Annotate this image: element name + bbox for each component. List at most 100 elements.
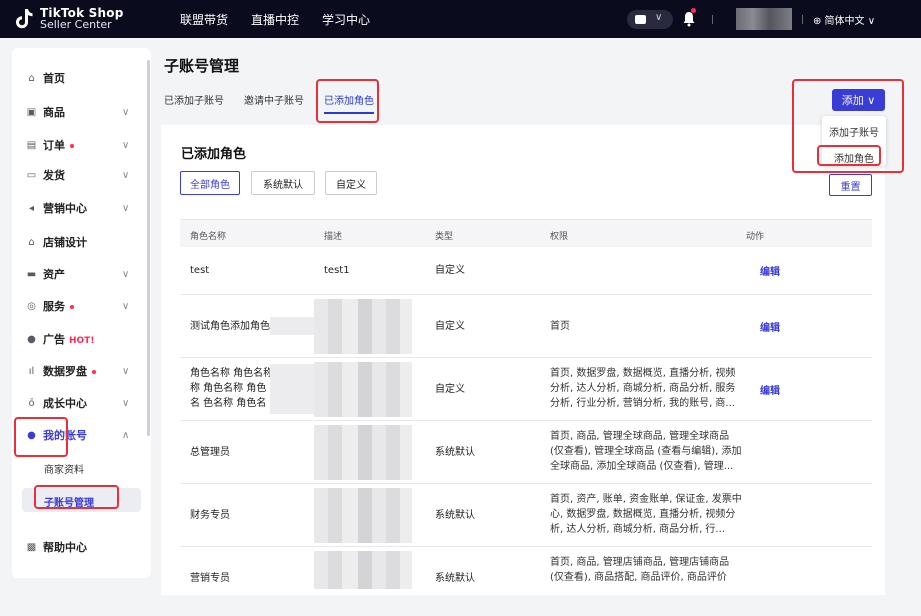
sidebar-item-marketing[interactable]: ◂ 营销中心 ∨ [12,196,151,220]
col-role-name: 角色名称 [190,232,227,242]
sidebar-item-label: 店铺设计 [43,236,87,249]
role-type: 系统默认 [435,573,475,584]
sidebar-item-assets[interactable]: ▬ 资产 ∨ [12,262,151,286]
growth-icon: ỏ [28,397,35,409]
account-avatar[interactable] [736,8,792,30]
menu-item-add-subaccount[interactable]: 添加子账号 [822,124,886,139]
sidebar-item-growth-center[interactable]: ỏ 成长中心 ∨ [12,391,151,415]
sidebar-item-ads[interactable]: ● 广告 HOT! [12,327,151,351]
notification-dot [691,8,696,13]
hot-badge: HOT! [69,336,95,346]
sidebar-item-shipping[interactable]: ▭ 发货 ∨ [12,163,151,187]
tiktok-logo-icon [16,9,33,29]
redacted-text [270,364,316,414]
sidebar-item-label: 订单 [43,137,74,153]
tab-added-subaccounts[interactable]: 已添加子账号 [164,92,224,107]
edit-link[interactable]: 编辑 [760,319,780,334]
sidebar-subitem-subaccount-mgmt[interactable]: 子账号管理 [44,494,94,509]
table-row: 营销专员 系统默认 首页, 商品, 管理店铺商品, 管理店铺商品 (仅查看), … [180,547,872,589]
user-icon: ● [27,429,36,441]
sidebar-item-label: 首页 [43,72,65,85]
role-permissions: 首页, 资产, 账单, 资金账单, 保证金, 发票中心, 数据罗盘, 数据概览,… [550,494,742,535]
sidebar-item-label: 数据罗盘 [43,363,96,379]
order-icon: ▤ [26,139,37,151]
shipping-icon: ▭ [26,169,37,181]
redacted-description [314,299,412,354]
filter-system-default[interactable]: 系统默认 [251,171,315,195]
role-name: test [190,265,210,276]
sidebar-item-label: 服务 [43,298,74,314]
chevron-down-icon: ∨ [122,365,130,377]
role-name: 财务专员 [190,510,230,521]
sidebar: ⌂ 首页 ▣ 商品 ∨ ▤ 订单 ∨ ▭ 发货 ∨ ◂ 营销中心 ∨ ⌂ 店铺设… [12,48,151,578]
top-nav: 联盟带货 直播中控 学习中心 [180,0,393,38]
messages-button[interactable]: ∨ [627,10,673,29]
product-icon: ▣ [26,106,37,118]
card-title: 已添加角色 [181,147,247,162]
sidebar-item-orders[interactable]: ▤ 订单 ∨ [12,133,151,157]
tab-inviting-subaccounts[interactable]: 邀请中子账号 [244,92,304,107]
chevron-down-icon: ∨ [122,268,130,280]
sidebar-item-home[interactable]: ⌂ 首页 [12,66,151,90]
nav-learning-center[interactable]: 学习中心 [322,11,370,28]
table-row: test test1 自定义 编辑 [180,247,872,295]
nav-affiliate[interactable]: 联盟带货 [180,11,228,28]
col-permissions: 权限 [550,232,569,242]
role-type: 自定义 [435,265,465,276]
table-row: 角色名称 角色名称 称 角色名称 角色名 色名称 角色名称 角 自定义 首页, … [180,358,872,421]
role-type: 系统默认 [435,510,475,521]
chevron-down-icon: ∨ [655,12,663,23]
sidebar-item-my-account[interactable]: ● 我的账号 ∧ [12,423,151,447]
bell-icon[interactable] [682,11,696,27]
sidebar-item-label: 成长中心 [43,397,87,410]
table-row: 测试角色添加角色 自定义 首页 编辑 [180,295,872,358]
role-permissions: 首页, 商品, 管理店铺商品, 管理店铺商品 (仅查看), 商品搭配, 商品评价… [550,557,730,583]
role-permissions: 首页 [550,321,570,332]
roles-table: 角色名称 描述 类型 权限 动作 test test1 自定义 编辑 测试角色添… [180,219,872,589]
tiktok-shop-logo[interactable]: TikTok Shop Seller Center [14,5,124,33]
chevron-up-icon: ∧ [122,429,130,441]
chevron-down-icon: ∨ [122,139,130,151]
sidebar-subitem-merchant-info[interactable]: 商家资料 [44,461,84,476]
chevron-down-icon: ∨ [122,202,130,214]
sidebar-item-data-compass[interactable]: ıl 数据罗盘 ∨ [12,359,151,383]
role-type: 自定义 [435,321,465,332]
chart-icon: ıl [28,365,35,377]
sidebar-item-label: 营销中心 [43,202,87,215]
chevron-down-icon: ∨ [122,397,130,409]
nav-live-console[interactable]: 直播中控 [251,11,299,28]
filter-all-roles[interactable]: 全部角色 [180,171,240,195]
role-name: 营销专员 [190,573,230,584]
add-button[interactable]: 添加 ∨ [832,89,885,111]
edit-link[interactable]: 编辑 [760,263,780,278]
tab-active-indicator [324,112,374,114]
redacted-text [270,317,316,335]
redacted-description [314,362,412,417]
ads-icon: ● [27,333,36,345]
megaphone-icon: ◂ [28,202,35,214]
top-bar: TikTok Shop Seller Center 联盟带货 直播中控 学习中心… [0,0,921,38]
reset-button[interactable]: 重置 [829,174,872,196]
sidebar-item-service[interactable]: ◎ 服务 ∨ [12,294,151,318]
table-header: 角色名称 描述 类型 权限 动作 [180,219,872,247]
filter-custom[interactable]: 自定义 [325,171,377,195]
col-type: 类型 [435,232,454,242]
role-description: test1 [324,265,350,276]
edit-link[interactable]: 编辑 [760,382,780,397]
chat-icon [635,15,646,24]
role-permissions: 首页, 数据罗盘, 数据概览, 直播分析, 视频分析, 达人分析, 商城分析, … [550,368,736,409]
sidebar-item-products[interactable]: ▣ 商品 ∨ [12,100,151,124]
menu-item-add-role[interactable]: 添加角色 [822,150,886,165]
role-name: 总管理员 [190,447,230,458]
sidebar-scrollbar[interactable] [147,60,150,436]
role-permissions: 首页, 商品, 管理全球商品, 管理全球商品 (仅查看), 管理全球商品 (查看… [550,431,742,472]
tab-added-roles[interactable]: 已添加角色 [324,92,374,107]
sidebar-item-label: 资产 [43,268,65,281]
redacted-description [314,425,412,480]
add-dropdown-menu: 添加子账号 添加角色 [822,116,886,166]
sidebar-item-store-design[interactable]: ⌂ 店铺设计 [12,230,151,254]
language-selector[interactable]: ⊕ 简体中文 ∨ [813,12,875,27]
help-icon: ▩ [26,541,37,553]
sidebar-item-help-center[interactable]: ▩ 帮助中心 [12,535,151,559]
wallet-icon: ▬ [26,268,37,280]
